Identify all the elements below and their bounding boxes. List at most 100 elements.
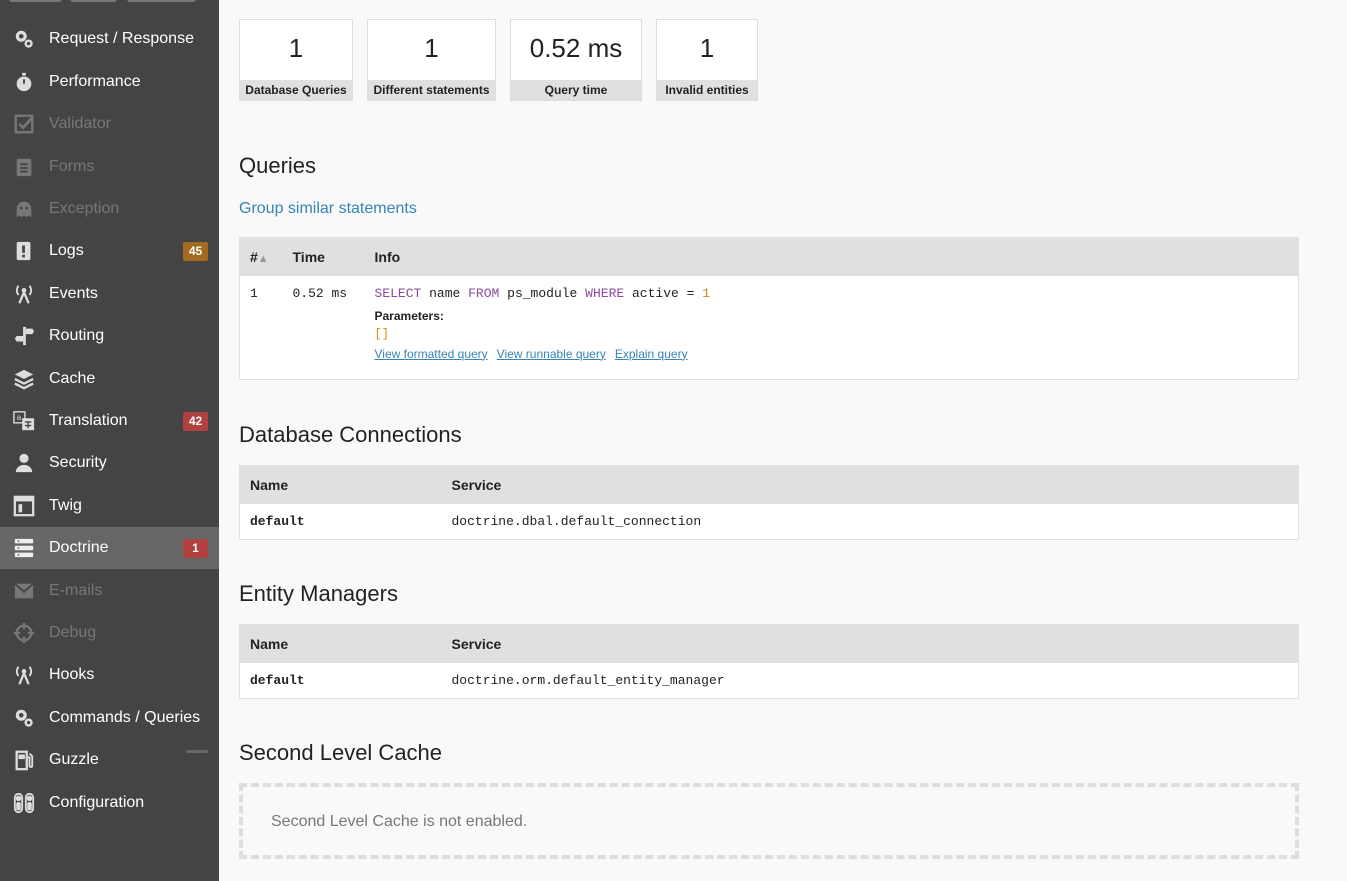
- antenna-icon: [12, 282, 36, 306]
- sidebar-item-configuration[interactable]: Configuration: [0, 782, 219, 824]
- sidebar-item-performance[interactable]: Performance: [0, 61, 219, 103]
- entity-managers-table: Name Service default doctrine.orm.defaul…: [239, 624, 1299, 699]
- sort-asc-icon: ▲: [257, 252, 269, 265]
- database-connections-heading: Database Connections: [239, 422, 462, 447]
- sidebar-item-label: Cache: [49, 370, 96, 387]
- checkbox-icon: [12, 112, 36, 136]
- sidebar-item-label: Configuration: [49, 794, 145, 811]
- sidebar-item-label: Doctrine: [49, 539, 109, 556]
- translation-count-badge: 42: [183, 411, 208, 431]
- entity-manager-service: doctrine.orm.default_entity_manager: [451, 672, 725, 688]
- entity-manager-name: default: [250, 672, 305, 688]
- sidebar: Request / Response Performance Validator…: [0, 0, 219, 881]
- sidebar-item-label: Exception: [49, 200, 120, 217]
- sidebar-item-label: Translation: [49, 412, 128, 429]
- sidebar-item-doctrine[interactable]: Doctrine 1: [0, 527, 219, 569]
- column-header-name: Name: [239, 465, 442, 504]
- sidebar-item-label: Security: [49, 454, 107, 471]
- metric-invalid-entities: 1 Invalid entities: [656, 19, 758, 101]
- group-similar-statements-link[interactable]: Group similar statements: [239, 200, 417, 218]
- exclamation-icon: [12, 239, 36, 263]
- sidebar-item-label: Routing: [49, 327, 105, 344]
- sidebar-item-guzzle[interactable]: Guzzle: [0, 739, 219, 781]
- sidebar-item-label: Commands / Queries: [49, 709, 201, 726]
- explain-query-link[interactable]: Explain query: [615, 347, 688, 361]
- sidebar-item-events[interactable]: Events: [0, 273, 219, 315]
- crosshair-icon: [12, 621, 36, 645]
- sidebar-item-translation[interactable]: a Translation 42: [0, 400, 219, 442]
- sidebar-item-label: E-mails: [49, 582, 103, 599]
- metric-value: 1: [288, 33, 304, 63]
- sidebar-item-security[interactable]: Security: [0, 442, 219, 484]
- metric-different-statements: 1 Different statements: [367, 19, 496, 101]
- person-icon: [12, 451, 36, 475]
- metric-label: Database Queries: [240, 80, 352, 100]
- query-time: 0.52 ms: [292, 285, 348, 301]
- sidebar-item-cache[interactable]: Cache: [0, 358, 219, 400]
- metric-value: 1: [699, 33, 715, 63]
- clipboard-icon: [12, 155, 36, 179]
- column-header-info: Info: [364, 237, 1299, 276]
- sidebar-item-logs[interactable]: Logs 45: [0, 230, 219, 272]
- metric-label: Different statements: [368, 80, 495, 100]
- sql-statement: SELECT name FROM ps_module WHERE active …: [374, 285, 711, 301]
- sidebar-item-label: Hooks: [49, 666, 95, 683]
- sidebar-item-request-response[interactable]: Request / Response: [0, 18, 219, 60]
- metric-database-queries: 1 Database Queries: [239, 19, 353, 101]
- parameters-value: []: [374, 326, 389, 341]
- sidebar-item-routing[interactable]: Routing: [0, 315, 219, 357]
- table-row: 1 0.52 ms SELECT name FROM ps_module WHE…: [240, 276, 1299, 380]
- logs-count-badge: 45: [183, 241, 208, 261]
- signpost-icon: [12, 324, 36, 348]
- column-header-name: Name: [239, 624, 442, 663]
- sidebar-item-label: Debug: [49, 624, 97, 641]
- entity-managers-heading: Entity Managers: [239, 581, 398, 606]
- antenna-icon: [12, 663, 36, 687]
- sidebar-item-label: Logs: [49, 242, 84, 259]
- column-header-time: Time: [282, 237, 365, 276]
- sidebar-item-label: Forms: [49, 158, 95, 175]
- sidebar-item-label: Validator: [49, 115, 111, 132]
- sidebar-item-forms[interactable]: Forms: [0, 146, 219, 188]
- gears-icon: [12, 27, 36, 51]
- column-header-service: Service: [441, 465, 1299, 504]
- parameters-label: Parameters:: [374, 308, 444, 323]
- top-tab[interactable]: [70, 0, 117, 2]
- metric-label: Query time: [511, 80, 641, 100]
- guzzle-status-badge: [186, 750, 208, 753]
- top-tab[interactable]: [127, 0, 196, 2]
- queries-table: #▲ Time Info 1 0.52 ms SELECT name FROM …: [239, 237, 1299, 380]
- database-icon: [12, 536, 36, 560]
- ghost-icon: [12, 197, 36, 221]
- layers-icon: [12, 367, 36, 391]
- connection-service: doctrine.dbal.default_connection: [451, 513, 702, 529]
- sidebar-item-hooks[interactable]: Hooks: [0, 654, 219, 696]
- sidebar-item-label: Twig: [49, 497, 82, 514]
- translate-icon: a: [12, 409, 36, 433]
- view-formatted-query-link[interactable]: View formatted query: [375, 347, 488, 361]
- doctrine-count-badge: 1: [183, 538, 208, 558]
- sidebar-item-emails[interactable]: E-mails: [0, 570, 219, 612]
- sidebar-item-validator[interactable]: Validator: [0, 103, 219, 145]
- top-tab[interactable]: [9, 0, 62, 2]
- toggles-icon: [12, 791, 36, 815]
- sidebar-item-commands-queries[interactable]: Commands / Queries: [0, 697, 219, 739]
- fuel-pump-icon: [12, 748, 36, 772]
- sidebar-item-label: Events: [49, 285, 98, 302]
- second-level-cache-heading: Second Level Cache: [239, 740, 443, 765]
- metric-query-time: 0.52 ms Query time: [510, 19, 642, 101]
- stopwatch-icon: [12, 70, 36, 94]
- column-header-number[interactable]: #▲: [239, 237, 283, 276]
- svg-text:a: a: [17, 413, 22, 422]
- sidebar-item-debug[interactable]: Debug: [0, 612, 219, 654]
- query-actions: View formatted query View runnable query E…: [375, 347, 1289, 361]
- sidebar-item-twig[interactable]: Twig: [0, 485, 219, 527]
- connection-name: default: [250, 513, 305, 529]
- sidebar-item-exception[interactable]: Exception: [0, 188, 219, 230]
- gears-icon: [12, 706, 36, 730]
- sidebar-item-label: Guzzle: [49, 751, 99, 768]
- column-header-service: Service: [441, 624, 1299, 663]
- view-runnable-query-link[interactable]: View runnable query: [497, 347, 606, 361]
- sidebar-item-label: Request / Response: [49, 30, 194, 47]
- queries-heading: Queries: [239, 153, 317, 178]
